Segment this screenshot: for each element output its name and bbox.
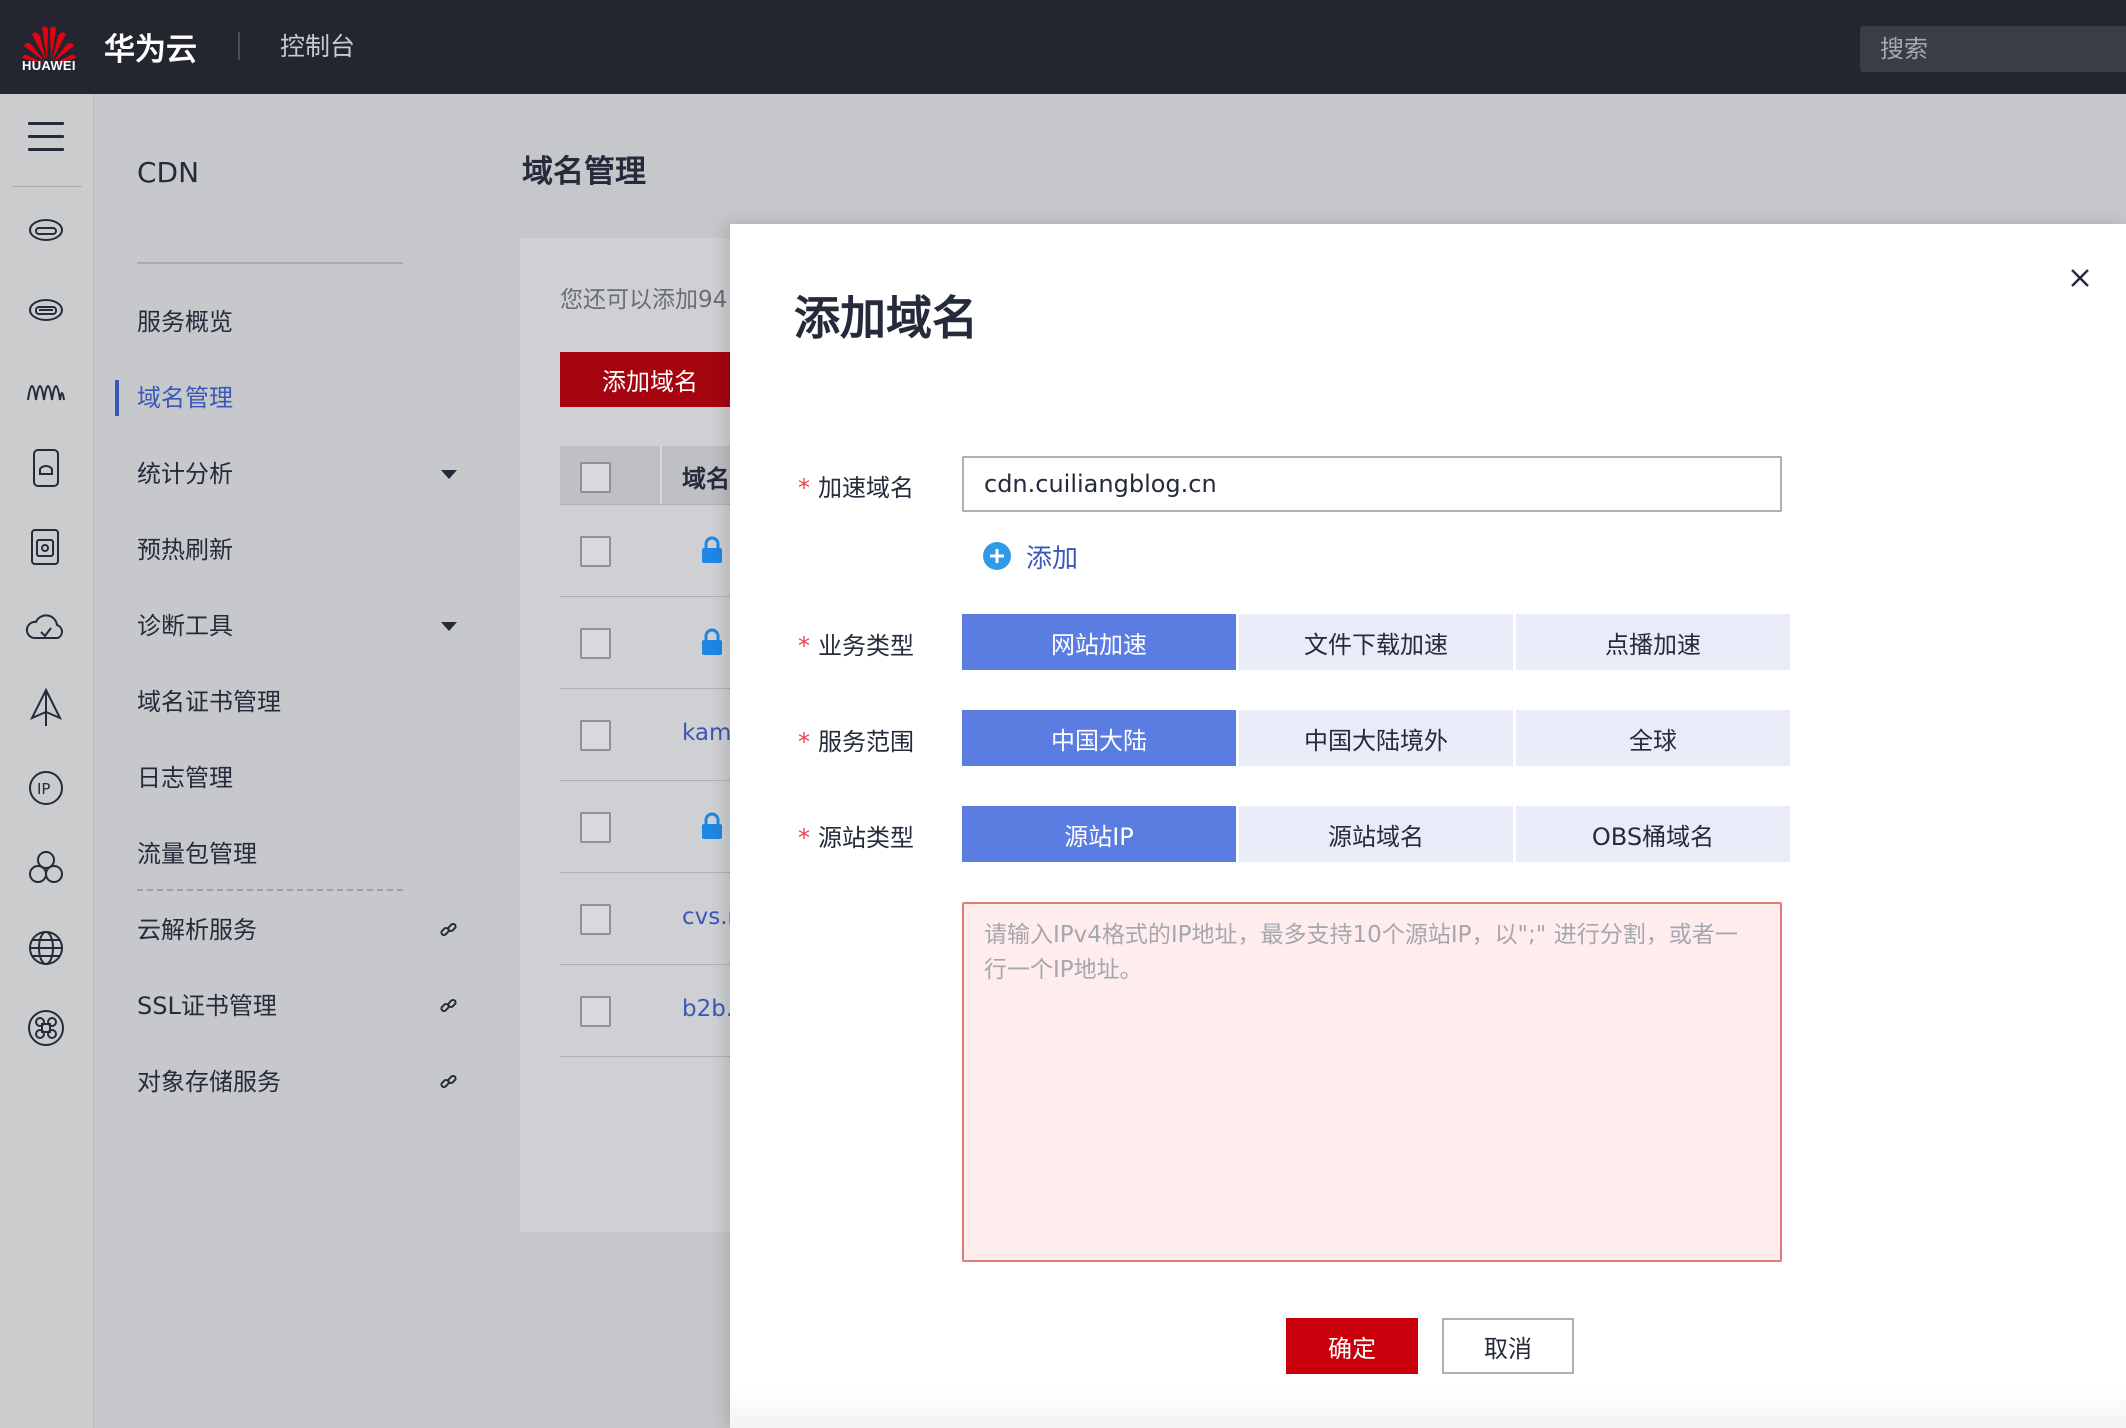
close-icon[interactable] — [2062, 260, 2098, 296]
sidebar-item-logs[interactable]: 日志管理 — [137, 758, 457, 798]
dialog-title: 添加域名 — [794, 291, 978, 345]
cluster-icon[interactable] — [24, 846, 68, 890]
row-checkbox[interactable] — [580, 812, 611, 843]
origin-option-domain[interactable]: 源站域名 — [1239, 806, 1513, 862]
plus-circle-icon — [983, 542, 1011, 570]
external-link-icon — [440, 998, 457, 1013]
origin-type-selector: 源站IP 源站域名 OBS桶域名 — [962, 806, 1793, 862]
search-box — [1860, 26, 2126, 72]
lock-icon — [702, 812, 722, 839]
sidebar-item-overview[interactable]: 服务概览 — [137, 302, 457, 342]
lock-icon — [702, 628, 722, 655]
add-domain-row-button[interactable]: 添加 — [982, 536, 1078, 576]
sidebar-item-label: SSL证书管理 — [137, 992, 277, 1020]
sidebar-item-diagnostics[interactable]: 诊断工具 — [137, 606, 457, 646]
cloud-storage-icon[interactable] — [24, 286, 68, 330]
sidebar-item-label: 诊断工具 — [137, 612, 233, 640]
sidebar-item-domain-management[interactable]: 域名管理 — [137, 378, 457, 418]
row-checkbox[interactable] — [580, 628, 611, 659]
confirm-button[interactable]: 确定 — [1286, 1318, 1418, 1374]
rail-separator — [12, 186, 82, 187]
active-indicator — [115, 380, 119, 416]
row-checkbox[interactable] — [580, 536, 611, 567]
sidebar-item-domain-certificates[interactable]: 域名证书管理 — [137, 682, 457, 722]
sidebar-divider — [137, 262, 403, 264]
business-type-label: * 业务类型 — [798, 632, 914, 660]
sidebar-item-label: 云解析服务 — [137, 916, 257, 944]
select-all-checkbox[interactable] — [580, 462, 611, 493]
business-option-vod[interactable]: 点播加速 — [1516, 614, 1790, 670]
logo-text: HUAWEI — [22, 58, 76, 73]
row-checkbox[interactable] — [580, 996, 611, 1027]
external-link-icon — [440, 922, 457, 937]
dialog-footer-fade — [730, 1388, 2126, 1428]
origin-ip-textarea[interactable] — [962, 902, 1782, 1262]
sidebar-item-label: 对象存储服务 — [137, 1068, 281, 1096]
row-checkbox[interactable] — [580, 720, 611, 751]
scope-option-global[interactable]: 全球 — [1516, 710, 1790, 766]
row-checkbox[interactable] — [580, 904, 611, 935]
table-header-domain: 域名 — [682, 465, 730, 493]
row-domain-link[interactable]: b2b. — [682, 996, 733, 1022]
sidebar-item-statistics[interactable]: 统计分析 — [137, 454, 457, 494]
business-option-website[interactable]: 网站加速 — [962, 614, 1236, 670]
backup-icon[interactable] — [24, 526, 68, 570]
add-domain-dialog: 添加域名 *加速域名 添加 *业务类型 网站加速 文件下载加速 点播加速 *服务… — [730, 224, 2126, 1428]
scope-option-outside-mainland[interactable]: 中国大陆境外 — [1239, 710, 1513, 766]
origin-option-ip[interactable]: 源站IP — [962, 806, 1236, 862]
cdn-sidebar: CDN 服务概览 域名管理 统计分析 预热刷新 诊断工具 域名证书管理 日志管理… — [95, 94, 480, 1428]
sidebar-item-prefetch-refresh[interactable]: 预热刷新 — [137, 530, 457, 570]
cancel-button[interactable]: 取消 — [1442, 1318, 1574, 1374]
add-domain-button[interactable]: 添加域名 — [560, 352, 740, 407]
network-icon[interactable] — [24, 366, 68, 410]
integration-icon[interactable] — [24, 1006, 68, 1050]
sidebar-item-obs[interactable]: 对象存储服务 — [137, 1062, 457, 1102]
ip-icon[interactable]: IP — [24, 766, 68, 810]
svg-text:IP: IP — [37, 780, 50, 798]
scope-option-mainland[interactable]: 中国大陆 — [962, 710, 1236, 766]
cloud-monitor-icon[interactable] — [24, 606, 68, 650]
service-scope-selector: 中国大陆 中国大陆境外 全球 — [962, 710, 1793, 766]
top-divider — [238, 32, 240, 60]
row-domain-link[interactable]: cvs.r — [682, 904, 737, 930]
chevron-down-icon — [441, 470, 457, 479]
quota-text: 您还可以添加94 — [560, 287, 728, 313]
origin-type-label: * 源站类型 — [798, 824, 914, 852]
business-type-selector: 网站加速 文件下载加速 点播加速 — [962, 614, 1793, 670]
hamburger-menu-icon[interactable] — [28, 122, 64, 154]
origin-option-obs[interactable]: OBS桶域名 — [1516, 806, 1790, 862]
sidebar-title: CDN — [137, 156, 200, 189]
console-link[interactable]: 控制台 — [280, 27, 355, 63]
search-input[interactable] — [1860, 26, 2126, 72]
add-more-label: 添加 — [1026, 543, 1079, 574]
deployment-icon[interactable] — [24, 686, 68, 730]
sidebar-item-label: 统计分析 — [137, 460, 233, 488]
lock-icon — [702, 536, 722, 563]
page-title: 域名管理 — [522, 154, 646, 190]
brand-name[interactable]: 华为云 — [104, 24, 197, 69]
business-option-download[interactable]: 文件下载加速 — [1239, 614, 1513, 670]
sidebar-item-ssl[interactable]: SSL证书管理 — [137, 986, 457, 1026]
chevron-down-icon — [441, 622, 457, 631]
domain-label: * 加速域名 — [798, 474, 914, 502]
sidebar-item-dns[interactable]: 云解析服务 — [137, 910, 457, 950]
database-icon[interactable] — [24, 446, 68, 490]
sidebar-dashed-divider — [137, 889, 403, 891]
table-header-divider — [660, 446, 662, 504]
sidebar-item-traffic-packages[interactable]: 流量包管理 — [137, 834, 457, 874]
top-bar: HUAWEI 华为云 控制台 — [0, 0, 2126, 94]
external-link-icon — [440, 1074, 457, 1089]
global-web-icon[interactable] — [24, 926, 68, 970]
service-scope-label: * 服务范围 — [798, 728, 914, 756]
domain-input[interactable] — [962, 456, 1782, 512]
cloud-server-icon[interactable] — [24, 206, 68, 250]
